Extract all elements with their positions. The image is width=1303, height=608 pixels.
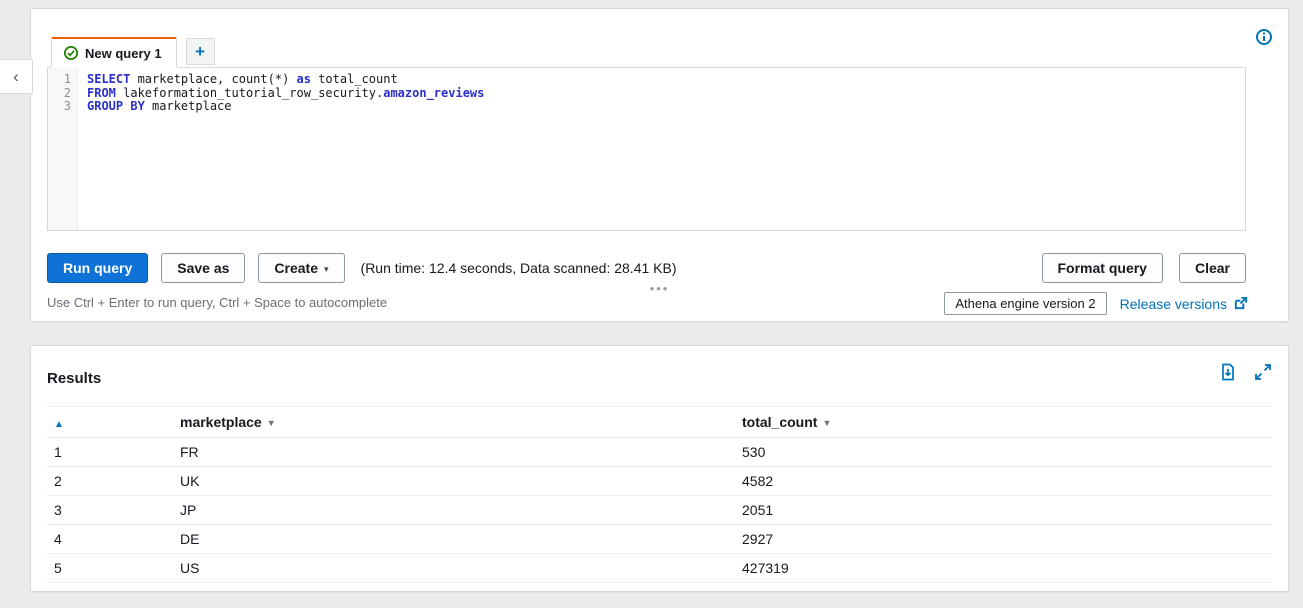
sort-ascending-icon[interactable]: ▲ bbox=[54, 419, 64, 430]
clear-button[interactable]: Clear bbox=[1179, 253, 1246, 283]
line-number: 3 bbox=[48, 100, 71, 114]
column-sort-caret-icon: ▼ bbox=[822, 418, 831, 428]
tab-new-query-1[interactable]: New query 1 bbox=[51, 37, 177, 68]
release-versions-link[interactable]: Release versions bbox=[1120, 296, 1248, 312]
chevron-down-icon: ▾ bbox=[324, 264, 329, 275]
results-header-row: ▲ marketplace ▼ total_count ▼ bbox=[47, 406, 1272, 438]
format-query-button[interactable]: Format query bbox=[1042, 253, 1163, 283]
row-number-cell: 5 bbox=[47, 560, 180, 576]
collapse-sidebar-button[interactable]: ‹ bbox=[0, 59, 33, 94]
download-results-icon[interactable] bbox=[1219, 363, 1237, 381]
query-success-icon bbox=[64, 46, 78, 60]
table-row: 4 DE 2927 bbox=[47, 525, 1272, 554]
table-row: 1 FR 530 bbox=[47, 438, 1272, 467]
results-toolbar bbox=[1219, 363, 1272, 381]
column-sort-caret-icon: ▼ bbox=[267, 418, 276, 428]
row-number-cell: 3 bbox=[47, 502, 180, 518]
chevron-left-icon: ‹ bbox=[13, 67, 19, 87]
new-tab-button[interactable]: + bbox=[186, 38, 215, 65]
line-number: 2 bbox=[48, 87, 71, 101]
create-dropdown-button[interactable]: Create ▾ bbox=[258, 253, 344, 283]
sql-line: GROUP BY marketplace bbox=[87, 100, 1245, 114]
line-number-gutter: 1 2 3 bbox=[48, 68, 78, 230]
total-count-cell: 427319 bbox=[742, 560, 1272, 576]
column-header-total-count[interactable]: total_count ▼ bbox=[742, 414, 1272, 430]
keyboard-hint-text: Use Ctrl + Enter to run query, Ctrl + Sp… bbox=[47, 295, 387, 310]
marketplace-cell: DE bbox=[180, 531, 742, 547]
sql-line: SELECT marketplace, count(*) as total_co… bbox=[87, 73, 1245, 87]
save-as-button[interactable]: Save as bbox=[161, 253, 245, 283]
tab-label: New query 1 bbox=[85, 46, 162, 61]
sql-code-area[interactable]: SELECT marketplace, count(*) as total_co… bbox=[78, 68, 1245, 230]
marketplace-cell: FR bbox=[180, 444, 742, 460]
column-label: marketplace bbox=[180, 414, 262, 430]
query-tabs: New query 1 + bbox=[51, 37, 215, 67]
sql-editor: 1 2 3 SELECT marketplace, count(*) as to… bbox=[47, 67, 1246, 231]
release-versions-label: Release versions bbox=[1120, 296, 1227, 312]
total-count-cell: 2051 bbox=[742, 502, 1272, 518]
column-label: total_count bbox=[742, 414, 817, 430]
results-panel: Results ▲ marketplace bbox=[30, 345, 1289, 592]
results-table: ▲ marketplace ▼ total_count ▼ 1 FR 530 2 U… bbox=[47, 406, 1272, 583]
total-count-cell: 4582 bbox=[742, 473, 1272, 489]
plus-icon: + bbox=[195, 42, 205, 62]
external-link-icon bbox=[1233, 296, 1248, 311]
results-title: Results bbox=[47, 370, 101, 387]
engine-version-badge[interactable]: Athena engine version 2 bbox=[944, 292, 1106, 315]
row-number-cell: 4 bbox=[47, 531, 180, 547]
engine-version-area: Athena engine version 2 Release versions bbox=[944, 292, 1248, 315]
table-row: 5 US 427319 bbox=[47, 554, 1272, 583]
run-stats-text: (Run time: 12.4 seconds, Data scanned: 2… bbox=[361, 260, 677, 276]
table-row: 3 JP 2051 bbox=[47, 496, 1272, 525]
create-label: Create bbox=[274, 260, 318, 276]
info-icon[interactable] bbox=[1256, 29, 1272, 45]
marketplace-cell: UK bbox=[180, 473, 742, 489]
row-number-header[interactable]: ▲ bbox=[47, 414, 180, 430]
line-number: 1 bbox=[48, 73, 71, 87]
query-editor-panel: New query 1 + 1 2 3 SELECT marketplace, … bbox=[30, 8, 1289, 322]
total-count-cell: 530 bbox=[742, 444, 1272, 460]
expand-results-icon[interactable] bbox=[1254, 363, 1272, 381]
sql-line: FROM lakeformation_tutorial_row_security… bbox=[87, 87, 1245, 101]
panel-resize-handle[interactable]: ••• bbox=[650, 281, 670, 296]
marketplace-cell: JP bbox=[180, 502, 742, 518]
column-header-marketplace[interactable]: marketplace ▼ bbox=[180, 414, 742, 430]
marketplace-cell: US bbox=[180, 560, 742, 576]
row-number-cell: 2 bbox=[47, 473, 180, 489]
table-row: 2 UK 4582 bbox=[47, 467, 1272, 496]
query-actions: Run query Save as Create ▾ (Run time: 12… bbox=[47, 253, 677, 283]
total-count-cell: 2927 bbox=[742, 531, 1272, 547]
run-query-button[interactable]: Run query bbox=[47, 253, 148, 283]
query-actions-secondary: Format query Clear bbox=[1042, 253, 1247, 283]
row-number-cell: 1 bbox=[47, 444, 180, 460]
athena-console: ‹ New query 1 + bbox=[0, 0, 1303, 608]
